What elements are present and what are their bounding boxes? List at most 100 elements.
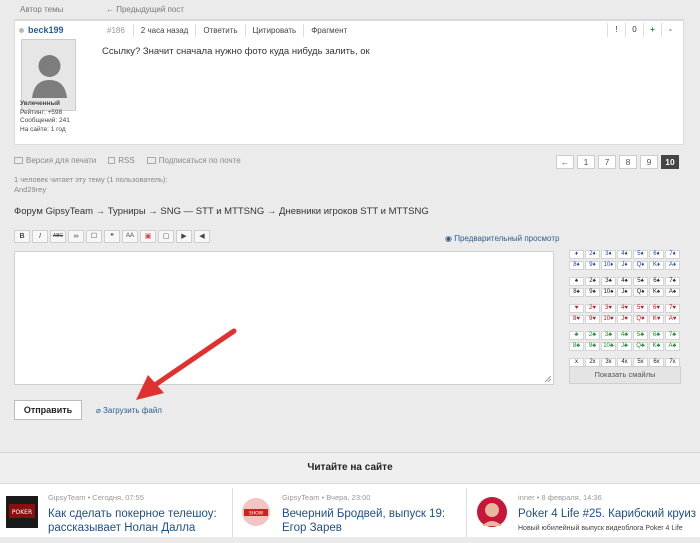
smiley-card[interactable]: 5♣	[633, 331, 648, 340]
spoiler-button[interactable]: ☐	[86, 230, 102, 243]
color-button[interactable]: ▣	[140, 230, 156, 243]
preview-link[interactable]: ◉ Предварительный просмотр	[445, 234, 559, 243]
smiley-card[interactable]: Q♦	[633, 261, 648, 270]
print-version-link[interactable]: Версия для печати	[14, 156, 96, 165]
send-button[interactable]: Отправить	[14, 400, 82, 420]
smiley-card[interactable]: K♦	[649, 261, 664, 270]
fragment-button[interactable]: Фрагмент	[303, 23, 354, 37]
smiley-card[interactable]: 4♣	[617, 331, 632, 340]
smiley-card[interactable]: 10♣	[601, 342, 616, 351]
news-item[interactable]: POKER GipsyTeam • Сегодня, 07:55 Как сде…	[6, 493, 226, 543]
pager-page[interactable]: 7	[598, 155, 616, 169]
smiley-card[interactable]: J♣	[617, 342, 632, 351]
smiley-card[interactable]: Q♠	[633, 288, 648, 297]
post-author[interactable]: beck199	[19, 25, 64, 35]
report-button[interactable]: !	[607, 23, 625, 37]
smiley-card[interactable]: 9♦	[585, 261, 600, 270]
smiley-card[interactable]: J♦	[617, 261, 632, 270]
smiley-card[interactable]: ♦	[569, 250, 584, 259]
smiley-card[interactable]: 6♣	[649, 331, 664, 340]
smiley-card[interactable]: 2♦	[585, 250, 600, 259]
subscribe-link[interactable]: Подписаться по почте	[146, 156, 241, 165]
smiley-card[interactable]: 7♦	[665, 250, 680, 259]
audio-button[interactable]: ◀	[194, 230, 210, 243]
smiley-card[interactable]: 5♦	[633, 250, 648, 259]
smiley-card[interactable]: 10♦	[601, 261, 616, 270]
rss-link[interactable]: RSS	[108, 156, 135, 165]
resize-handle-icon[interactable]	[545, 376, 551, 382]
smiley-card[interactable]: 8♥	[569, 315, 584, 324]
smiley-card[interactable]: 7♠	[665, 277, 680, 286]
smiley-card[interactable]: A♣	[665, 342, 680, 351]
smiley-card[interactable]: ♥	[569, 304, 584, 313]
reader-user[interactable]: And29rey	[14, 185, 168, 195]
breadcrumb[interactable]: Форум GipsyTeam → Турниры → SNG — STT и …	[14, 206, 429, 217]
smiley-card[interactable]: K♣	[649, 342, 664, 351]
smiley-card[interactable]: 8♦	[569, 261, 584, 270]
smiley-row: 8♦ 9♦ 10♦ J♦ Q♦ K♦ A♦	[569, 261, 681, 270]
font-size-button[interactable]: AA	[122, 230, 138, 243]
smiley-card[interactable]: 4♥	[617, 304, 632, 313]
image-button[interactable]: ▢	[158, 230, 174, 243]
smiley-card[interactable]: A♦	[665, 261, 680, 270]
smiley-card[interactable]: 10♥	[601, 315, 616, 324]
smiley-card[interactable]: 10♠	[601, 288, 616, 297]
pager-page[interactable]: 1	[577, 155, 595, 169]
smiley-card[interactable]: 3♣	[601, 331, 616, 340]
smiley-card[interactable]: Q♥	[633, 315, 648, 324]
smiley-card[interactable]: 9♠	[585, 288, 600, 297]
video-button[interactable]: ▶	[176, 230, 192, 243]
smiley-card[interactable]: Q♣	[633, 342, 648, 351]
smiley-card[interactable]: 6♠	[649, 277, 664, 286]
news-item[interactable]: SHOW GipsyTeam • Вчера, 23:00 Вечерний Б…	[240, 493, 460, 543]
smiley-card[interactable]: 9♥	[585, 315, 600, 324]
smiley-card[interactable]: 6♦	[649, 250, 664, 259]
smiley-card[interactable]: 8♣	[569, 342, 584, 351]
smiley-card[interactable]: 5♥	[633, 304, 648, 313]
bold-button[interactable]: B	[14, 230, 30, 243]
plus-button[interactable]: +	[643, 23, 661, 37]
pager-page[interactable]: 9	[640, 155, 658, 169]
minus-button[interactable]: -	[661, 23, 679, 37]
smiley-card[interactable]: K♠	[649, 288, 664, 297]
smiley-card[interactable]: 2♠	[585, 277, 600, 286]
smiley-card[interactable]: 8♠	[569, 288, 584, 297]
post-number[interactable]: #186	[92, 26, 133, 35]
smiley-card[interactable]: 7♣	[665, 331, 680, 340]
smiley-card[interactable]: 6♥	[649, 304, 664, 313]
show-smileys-button[interactable]: Показать смайлы	[569, 366, 681, 384]
username[interactable]: beck199	[28, 25, 64, 35]
smiley-card[interactable]: 4♠	[617, 277, 632, 286]
quote-format-button[interactable]: ❝	[104, 230, 120, 243]
upload-file-link[interactable]: ⌀ Загрузить файл	[96, 406, 162, 415]
reply-button[interactable]: Ответить	[195, 23, 244, 37]
smiley-card[interactable]: 9♣	[585, 342, 600, 351]
smiley-card[interactable]: 2♣	[585, 331, 600, 340]
pager-page[interactable]: 8	[619, 155, 637, 169]
smiley-card[interactable]: 3♠	[601, 277, 616, 286]
news-title[interactable]: Poker 4 Life #25. Карибский круиз	[518, 507, 698, 521]
smiley-card[interactable]: ♠	[569, 277, 584, 286]
smiley-card[interactable]: K♥	[649, 315, 664, 324]
smiley-card[interactable]: 2♥	[585, 304, 600, 313]
news-title[interactable]: Как сделать покерное телешоу: рассказыва…	[48, 507, 228, 535]
smiley-card[interactable]: ♣	[569, 331, 584, 340]
italic-button[interactable]: I	[32, 230, 48, 243]
smiley-card[interactable]: J♥	[617, 315, 632, 324]
smiley-card[interactable]: A♠	[665, 288, 680, 297]
strike-button[interactable]: ABC	[50, 230, 66, 243]
smiley-card[interactable]: J♠	[617, 288, 632, 297]
quote-button[interactable]: Цитировать	[244, 23, 304, 37]
smiley-card[interactable]: 5♠	[633, 277, 648, 286]
smiley-card[interactable]: 7♥	[665, 304, 680, 313]
smiley-card[interactable]: 3♦	[601, 250, 616, 259]
news-item[interactable]: inner • 8 февраля, 14:36 Poker 4 Life #2…	[476, 493, 696, 543]
smiley-card[interactable]: A♥	[665, 315, 680, 324]
message-textarea[interactable]	[14, 251, 554, 385]
previous-post-link[interactable]: ← Предыдущий пост	[106, 5, 184, 14]
news-title[interactable]: Вечерний Бродвей, выпуск 19: Егор Зарев	[282, 507, 462, 535]
link-button[interactable]: ∞	[68, 230, 84, 243]
smiley-card[interactable]: 4♦	[617, 250, 632, 259]
smiley-card[interactable]: 3♥	[601, 304, 616, 313]
pager-prev-button[interactable]: ←	[556, 155, 574, 169]
